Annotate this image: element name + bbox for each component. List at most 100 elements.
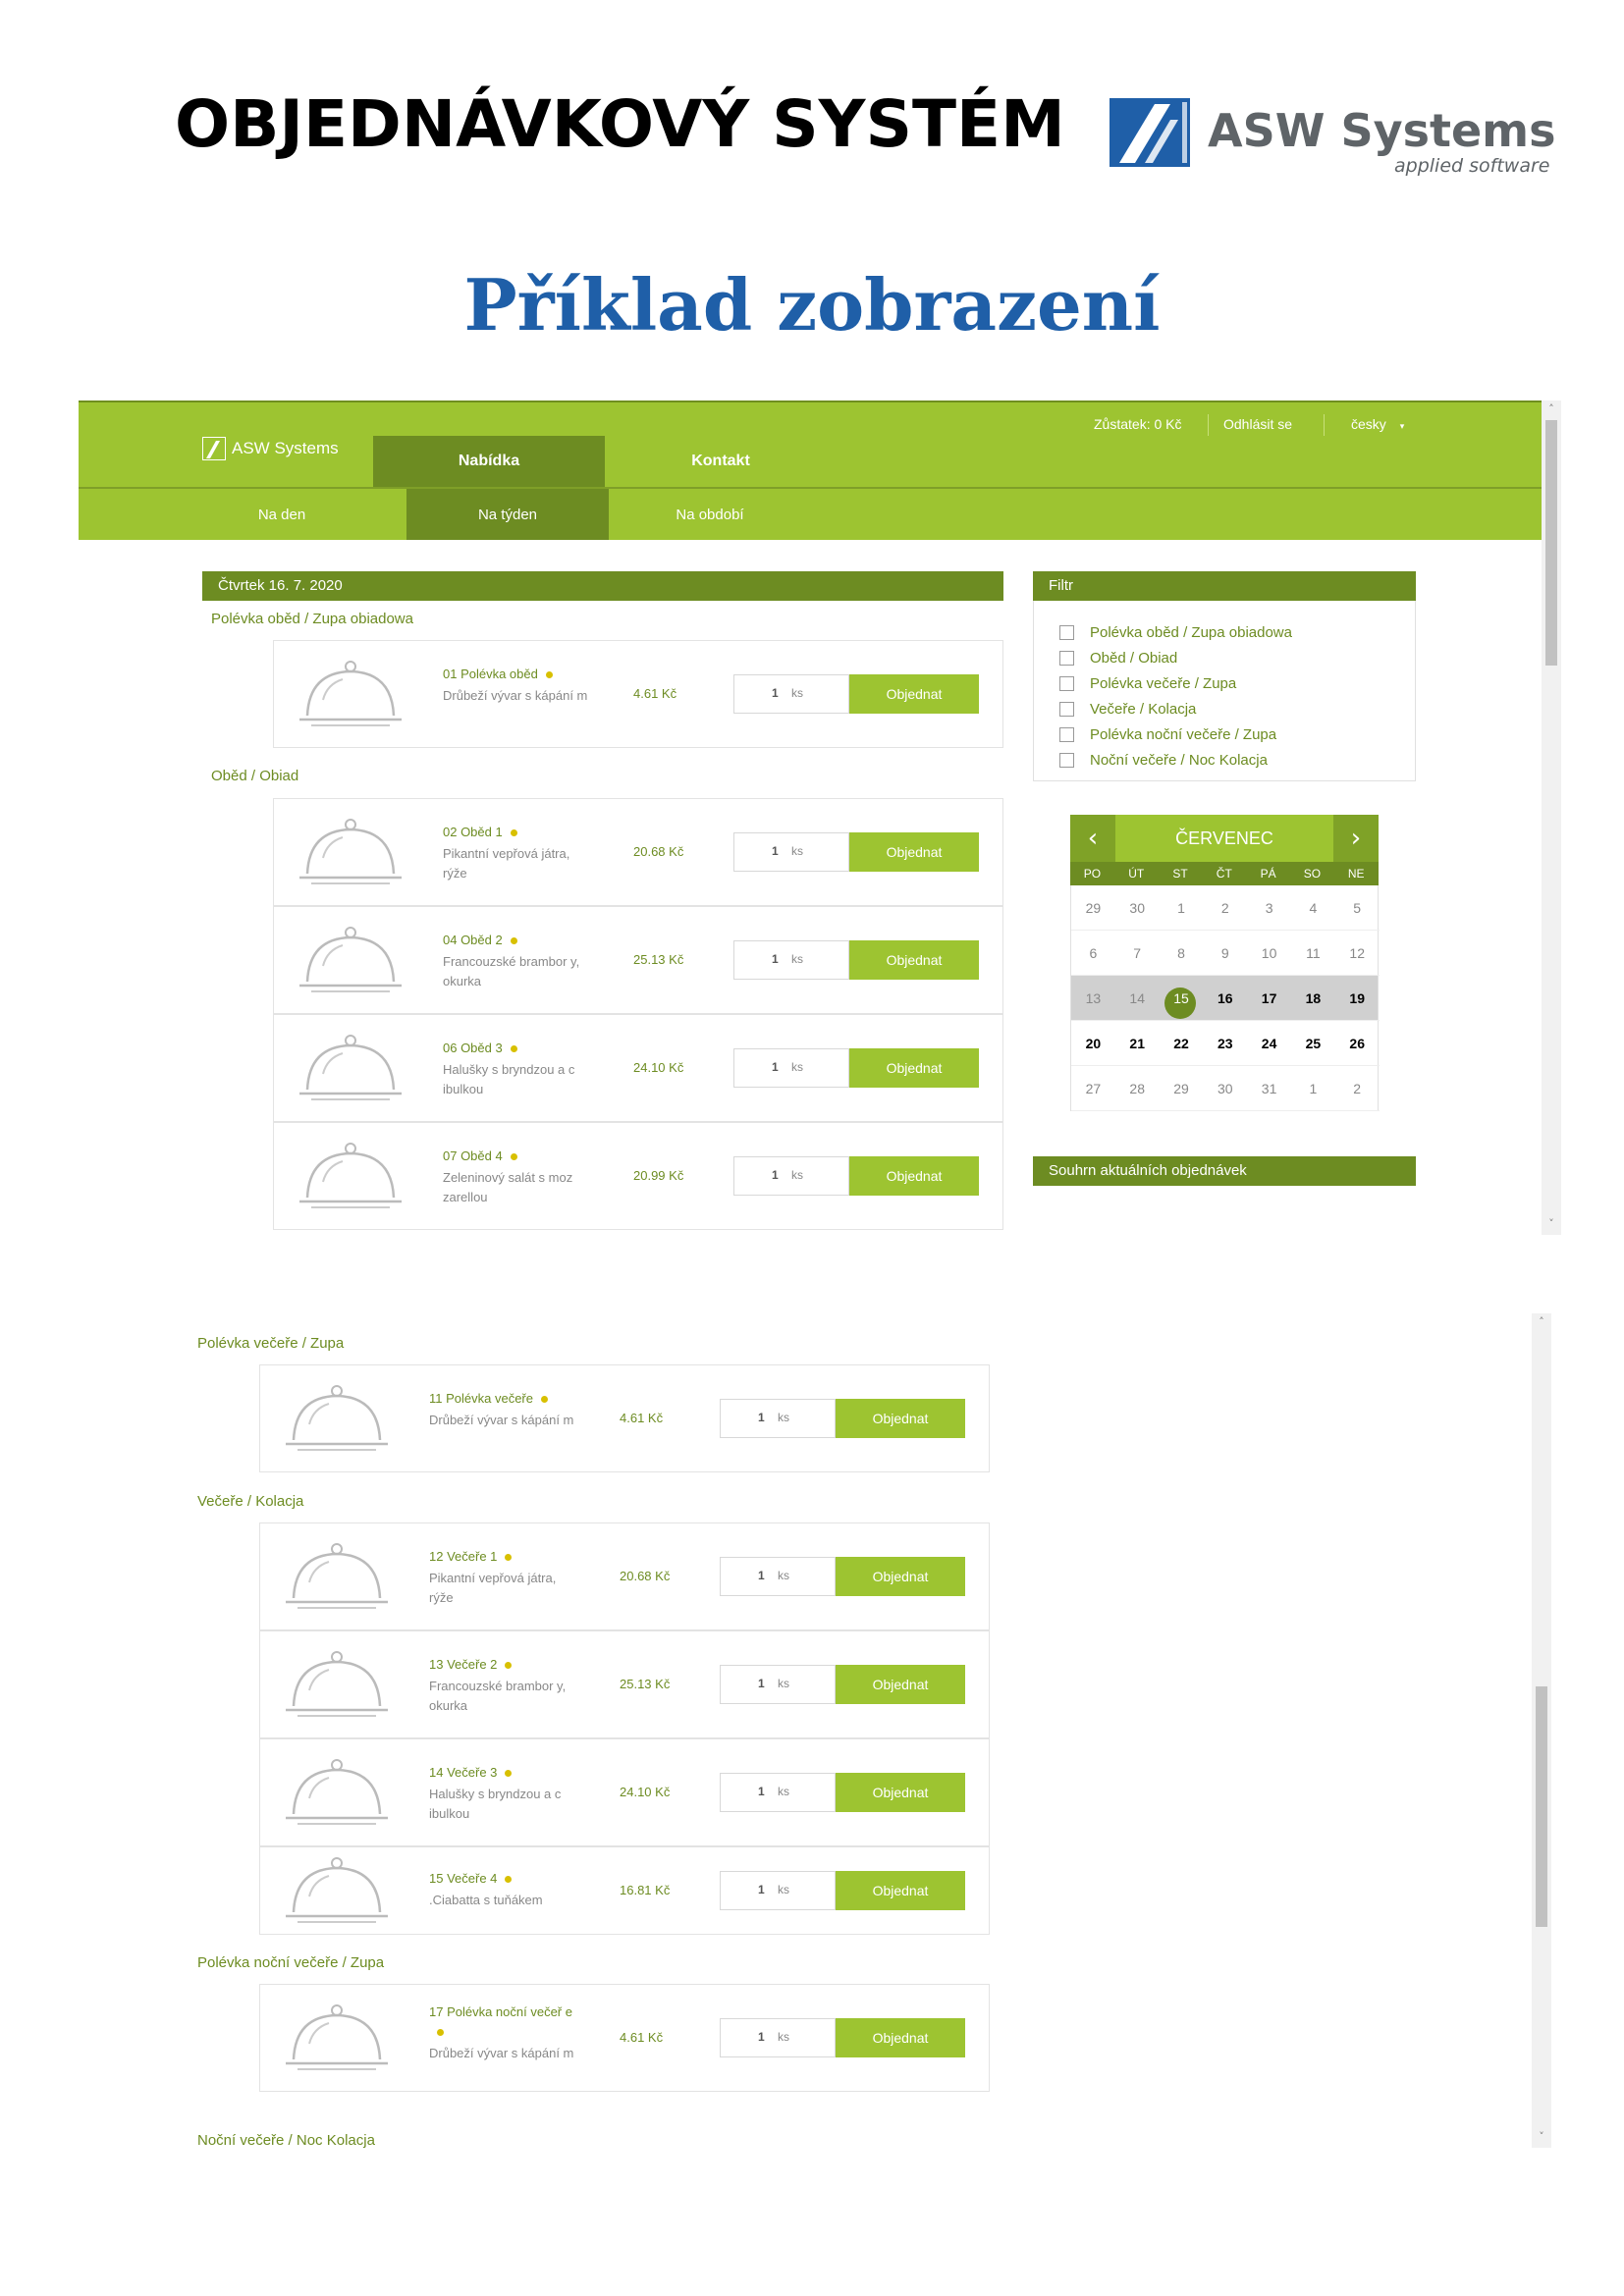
- checkbox[interactable]: [1059, 702, 1074, 717]
- calendar-day[interactable]: 19: [1334, 976, 1380, 1021]
- quantity-input[interactable]: 1 ks: [720, 1871, 836, 1910]
- calendar-day[interactable]: 30: [1114, 885, 1160, 931]
- quantity-input[interactable]: 1 ks: [720, 1399, 836, 1438]
- cloche-icon: [286, 1385, 388, 1451]
- order-button[interactable]: Objednat: [849, 674, 979, 714]
- tab-kontakt[interactable]: Kontakt: [605, 436, 837, 487]
- scroll-down-icon[interactable]: ˅: [1536, 2130, 1547, 2143]
- calendar-day[interactable]: 1: [1159, 885, 1204, 931]
- quantity-input[interactable]: 1 ks: [720, 2018, 836, 2057]
- quantity-input[interactable]: 1 ks: [720, 1773, 836, 1812]
- scroll-down-icon[interactable]: ˅: [1545, 1217, 1557, 1230]
- calendar-day[interactable]: 5: [1334, 885, 1380, 931]
- calendar-day[interactable]: 2: [1203, 885, 1248, 931]
- subtab-na-tyden[interactable]: Na týden: [406, 489, 609, 540]
- filter-option[interactable]: Večeře / Kolacja: [1059, 701, 1196, 718]
- page-scrollbar[interactable]: ˄ ˅: [1542, 400, 1561, 1235]
- calendar-day[interactable]: 25: [1291, 1021, 1335, 1066]
- cloche-icon: [299, 1143, 402, 1208]
- checkbox[interactable]: [1059, 727, 1074, 742]
- checkbox[interactable]: [1059, 651, 1074, 666]
- quantity-input[interactable]: 1 ks: [733, 1048, 849, 1088]
- order-button[interactable]: Objednat: [836, 1665, 965, 1704]
- calendar-day[interactable]: 28: [1114, 1066, 1160, 1111]
- scroll-up-icon[interactable]: ˄: [1545, 402, 1557, 415]
- calendar-day-selected[interactable]: 15: [1159, 976, 1204, 1021]
- calendar-day[interactable]: 29: [1071, 885, 1115, 931]
- calendar-day[interactable]: 14: [1114, 976, 1160, 1021]
- calendar-day[interactable]: 1: [1291, 1066, 1335, 1111]
- calendar-day[interactable]: 21: [1114, 1021, 1160, 1066]
- order-summary-heading[interactable]: Souhrn aktuálních objednávek: [1033, 1156, 1416, 1186]
- filter-option[interactable]: Oběd / Obiad: [1059, 650, 1177, 667]
- quantity-input[interactable]: 1 ks: [733, 1156, 849, 1196]
- checkbox[interactable]: [1059, 676, 1074, 691]
- calendar-day[interactable]: 11: [1291, 931, 1335, 976]
- calendar-day[interactable]: 26: [1334, 1021, 1380, 1066]
- next-month-chevron-icon[interactable]: ›: [1333, 815, 1379, 862]
- calendar-day[interactable]: 16: [1203, 976, 1248, 1021]
- language-select[interactable]: česky ▾: [1351, 416, 1404, 432]
- subtab-na-den[interactable]: Na den: [181, 489, 383, 540]
- item-description: Halušky s bryndzou a c ibulkou: [429, 1787, 562, 1821]
- checkbox[interactable]: [1059, 753, 1074, 768]
- filter-option[interactable]: Polévka noční večeře / Zupa: [1059, 726, 1276, 743]
- calendar-day[interactable]: 4: [1291, 885, 1335, 931]
- tab-nabidka[interactable]: Nabídka: [373, 436, 605, 487]
- calendar-day[interactable]: 31: [1247, 1066, 1291, 1111]
- calendar-day[interactable]: 9: [1203, 931, 1248, 976]
- page-scrollbar[interactable]: ˄ ˅: [1532, 1313, 1551, 2148]
- calendar-day[interactable]: 8: [1159, 931, 1204, 976]
- item-description: Francouzské brambor y, okurka: [443, 954, 580, 988]
- filter-option[interactable]: Noční večeře / Noc Kolacja: [1059, 752, 1268, 769]
- order-button[interactable]: Objednat: [849, 1156, 979, 1196]
- subtab-na-obdobi[interactable]: Na období: [609, 489, 811, 540]
- scrollbar-thumb[interactable]: [1536, 1686, 1547, 1927]
- quantity-input[interactable]: 1 ks: [733, 940, 849, 980]
- quantity-input[interactable]: 1 ks: [733, 674, 849, 714]
- calendar-day[interactable]: 20: [1071, 1021, 1115, 1066]
- filter-option[interactable]: Polévka večeře / Zupa: [1059, 675, 1236, 692]
- order-button[interactable]: Objednat: [836, 1773, 965, 1812]
- calendar-day[interactable]: 7: [1114, 931, 1160, 976]
- calendar-day[interactable]: 13: [1071, 976, 1115, 1021]
- calendar-day[interactable]: 22: [1159, 1021, 1204, 1066]
- order-button[interactable]: Objednat: [836, 1871, 965, 1910]
- calendar-day[interactable]: 12: [1334, 931, 1380, 976]
- calendar-day[interactable]: 30: [1203, 1066, 1248, 1111]
- order-button[interactable]: Objednat: [836, 2018, 965, 2057]
- item-price: 20.99 Kč: [633, 1168, 684, 1183]
- calendar-day[interactable]: 10: [1247, 931, 1291, 976]
- order-button[interactable]: Objednat: [849, 1048, 979, 1088]
- calendar-day[interactable]: 18: [1291, 976, 1335, 1021]
- quantity-input[interactable]: 1 ks: [720, 1665, 836, 1704]
- item-description: Pikantní vepřová játra, rýže: [429, 1571, 557, 1605]
- calendar-day[interactable]: 24: [1247, 1021, 1291, 1066]
- order-button[interactable]: Objednat: [836, 1557, 965, 1596]
- balance-value: 0 Kč: [1154, 416, 1182, 432]
- logout-link[interactable]: Odhlásit se: [1223, 416, 1292, 432]
- order-button[interactable]: Objednat: [836, 1399, 965, 1438]
- order-button[interactable]: Objednat: [849, 832, 979, 872]
- meta-divider: [1324, 414, 1325, 436]
- cloche-icon: [299, 819, 402, 884]
- calendar-day[interactable]: 2: [1334, 1066, 1380, 1111]
- scrollbar-thumb[interactable]: [1545, 420, 1557, 666]
- checkbox[interactable]: [1059, 625, 1074, 640]
- quantity-input[interactable]: 1 ks: [733, 832, 849, 872]
- calendar-day[interactable]: 3: [1247, 885, 1291, 931]
- calendar-day[interactable]: 6: [1071, 931, 1115, 976]
- calendar-day[interactable]: 29: [1159, 1066, 1204, 1111]
- app-brand[interactable]: ASW Systems: [202, 436, 339, 461]
- item-description: Zeleninový salát s moz zarellou: [443, 1170, 573, 1204]
- order-button[interactable]: Objednat: [849, 940, 979, 980]
- availability-dot-icon: [437, 2029, 444, 2037]
- document-title: OBJEDNÁVKOVÝ SYSTÉM: [175, 86, 1065, 162]
- scroll-up-icon[interactable]: ˄: [1536, 1315, 1547, 1328]
- calendar-day[interactable]: 17: [1247, 976, 1291, 1021]
- calendar-day[interactable]: 23: [1203, 1021, 1248, 1066]
- prev-month-chevron-icon[interactable]: ‹: [1070, 815, 1115, 862]
- calendar-day[interactable]: 27: [1071, 1066, 1115, 1111]
- quantity-input[interactable]: 1 ks: [720, 1557, 836, 1596]
- filter-option[interactable]: Polévka oběd / Zupa obiadowa: [1059, 624, 1292, 641]
